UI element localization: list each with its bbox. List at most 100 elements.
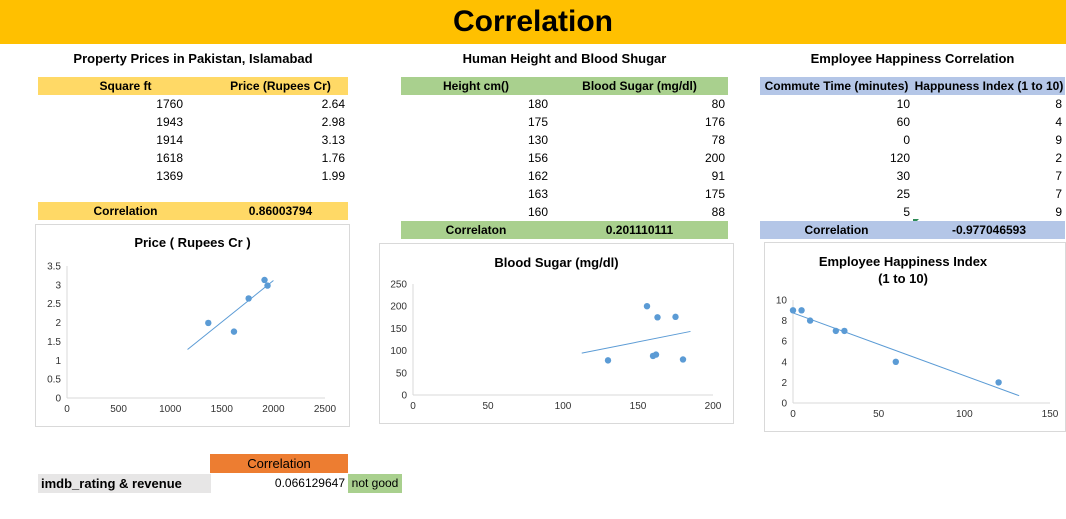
property-table-cell[interactable]: 1369	[38, 167, 186, 185]
property-table-cell[interactable]: 1943	[38, 113, 186, 131]
employee-col1-header[interactable]: Commute Time (minutes)	[760, 79, 913, 93]
employee-table-cell[interactable]: 60	[760, 113, 913, 131]
employee-table-row: 10 8	[760, 95, 1065, 113]
x-tick-label: 0	[64, 404, 70, 415]
employee-table-cell[interactable]: 4	[913, 113, 1065, 131]
data-point	[806, 317, 814, 324]
property-table-row: 1760 2.64	[38, 95, 348, 113]
property-table-cell[interactable]: 2.98	[186, 113, 348, 131]
employee-table-cell[interactable]: 10	[760, 95, 913, 113]
property-table-cell[interactable]: 1618	[38, 149, 186, 167]
property-col2-header[interactable]: Price (Rupees Cr)	[213, 79, 348, 93]
employee-table: 10 8 60 4 0 9 120 2 30 7 25 7 5 9	[760, 95, 1065, 221]
employee-happiness-chart[interactable]: Employee Happiness Index (1 to 10) 02468…	[764, 242, 1066, 432]
blood-sugar-chart[interactable]: Blood Sugar (mg/dl) 0 50 100 150 200 250 0 50 10…	[379, 243, 734, 424]
property-table-row: 1943 2.98	[38, 113, 348, 131]
trendline	[581, 330, 691, 354]
height-correlation-value[interactable]: 0.201110111	[551, 223, 728, 237]
height-table-cell[interactable]: 80	[551, 95, 728, 113]
height-table-cell[interactable]: 175	[401, 113, 551, 131]
property-table-cell[interactable]: 3.13	[186, 131, 348, 149]
height-table-cell[interactable]: 176	[551, 113, 728, 131]
property-price-chart[interactable]: Price ( Rupees Cr ) 0 0.5 1 1.5 2 2.5 3 3.5 0 500…	[35, 224, 350, 427]
height-table-cell[interactable]: 91	[551, 167, 728, 185]
property-table-cell[interactable]: 1.99	[186, 167, 348, 185]
employee-table-cell[interactable]: 7	[913, 167, 1065, 185]
x-tick-label: 100	[956, 409, 973, 420]
title-banner: Correlation	[0, 0, 1066, 44]
height-table-cell[interactable]: 160	[401, 203, 551, 221]
employee-table-cell[interactable]: 5	[760, 203, 913, 221]
height-table-cell[interactable]: 162	[401, 167, 551, 185]
data-point	[643, 303, 651, 310]
employee-table-cell[interactable]: 25	[760, 185, 913, 203]
employee-table-cell[interactable]: 2	[913, 149, 1065, 167]
height-col2-header[interactable]: Blood Sugar (mg/dl)	[551, 79, 728, 93]
property-correlation-label[interactable]: Correlation	[38, 204, 213, 218]
x-tick-label: 1500	[211, 404, 234, 415]
employee-table-row: 60 4	[760, 113, 1065, 131]
y-tick-label: 1	[55, 356, 61, 367]
x-tick-label: 2500	[314, 404, 337, 415]
height-table-cell[interactable]: 156	[401, 149, 551, 167]
property-chart-plot: 0 0.5 1 1.5 2 2.5 3 3.5 0 500 1000 1500 2000 2500	[47, 262, 337, 416]
height-table-cell[interactable]: 130	[401, 131, 551, 149]
employee-col2-header[interactable]: Happuness Index (1 to 10)	[913, 79, 1065, 93]
property-col1-header[interactable]: Square ft	[38, 79, 213, 93]
data-point	[798, 307, 805, 314]
employee-table-cell[interactable]: 30	[760, 167, 913, 185]
data-point	[261, 276, 268, 284]
trendline	[187, 280, 274, 350]
x-tick-label: 50	[873, 409, 885, 420]
employee-correlation-label[interactable]: Correlation	[760, 223, 913, 237]
employee-table-row: 25 7	[760, 185, 1065, 203]
property-header-row: Square ft Price (Rupees Cr)	[38, 77, 348, 95]
data-point	[649, 352, 657, 360]
x-tick-label: 0	[410, 401, 416, 412]
height-table-row: 162 91	[401, 167, 728, 185]
bottom-correlation-header[interactable]: Correlation	[210, 454, 348, 473]
property-table-cell[interactable]: 1914	[38, 131, 186, 149]
bottom-pair-label[interactable]: imdb_rating & revenue	[38, 474, 211, 493]
data-point	[841, 327, 848, 335]
property-correlation-value[interactable]: 0.86003794	[213, 204, 348, 218]
employee-table-row: 09	[760, 131, 1065, 149]
employee-correlation-value[interactable]: -0.977046593	[913, 223, 1065, 237]
property-table-cell[interactable]: 2.64	[186, 95, 348, 113]
height-table-cell[interactable]: 163	[401, 185, 551, 203]
employee-table-cell[interactable]: 120	[760, 149, 913, 167]
employee-table-cell[interactable]: 8	[913, 95, 1065, 113]
trendline	[792, 312, 1020, 397]
property-table-cell[interactable]: 1760	[38, 95, 186, 113]
employee-table-cell[interactable]: 9	[913, 203, 1065, 221]
x-tick-label: 0	[790, 409, 796, 420]
y-tick-label: 100	[390, 346, 407, 357]
y-tick-label: 0	[401, 391, 407, 402]
property-table-row: 1369 1.99	[38, 167, 348, 185]
data-point	[995, 379, 1002, 386]
x-tick-label: 150	[630, 401, 647, 412]
height-table-cell[interactable]: 175	[551, 185, 728, 203]
employee-table-cell[interactable]: 9	[913, 131, 1065, 149]
height-col1-header[interactable]: Height cm()	[401, 79, 551, 93]
bottom-verdict[interactable]: not good	[348, 474, 402, 493]
data-point	[245, 295, 252, 302]
height-table-cell[interactable]: 88	[551, 203, 728, 221]
property-table-cell[interactable]: 1.76	[186, 149, 348, 167]
height-correlation-label[interactable]: Correlaton	[401, 223, 551, 237]
height-table-cell[interactable]: 78	[551, 131, 728, 149]
property-correlation-row: Correlation 0.86003794	[38, 202, 348, 220]
height-section-title: Human Height and Blood Shugar	[462, 51, 667, 66]
y-tick-label: 1.5	[47, 337, 61, 348]
height-table-cell[interactable]: 180	[401, 95, 551, 113]
data-point	[892, 358, 899, 365]
y-tick-label: 50	[396, 368, 408, 379]
height-table-cell[interactable]: 200	[551, 149, 728, 167]
employee-table-cell[interactable]: 0	[760, 131, 913, 149]
employee-table-cell[interactable]: 7	[913, 185, 1065, 203]
y-tick-label: 8	[781, 316, 787, 327]
x-tick-label: 100	[555, 401, 572, 412]
y-tick-label: 2	[55, 318, 61, 329]
data-point	[679, 356, 687, 363]
bottom-correlation-value[interactable]: 0.066129647	[211, 474, 347, 493]
